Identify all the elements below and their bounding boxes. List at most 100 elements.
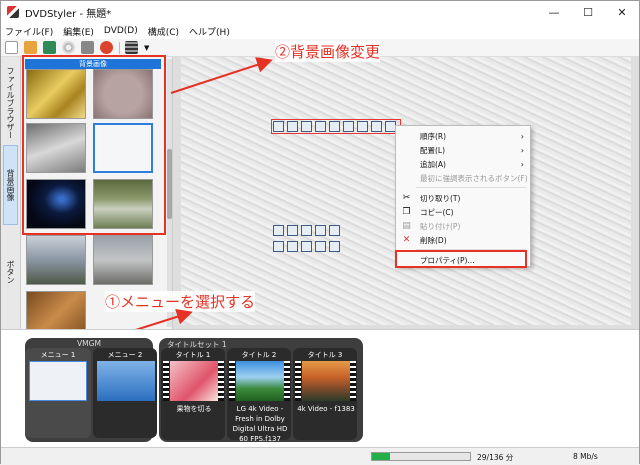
context-menu: 順序(R) › 配置(L) › 追加(A) › 最初に強調表示されるボタン(F) ✂ 切り取り(… — [395, 125, 531, 267]
toolbar-separator — [119, 41, 120, 54]
menu-button[interactable] — [315, 225, 326, 236]
tab-background-images[interactable]: 背景画像 — [3, 145, 18, 225]
menu-title-panel: VMGM メニュー 1 メニュー 2 タイトルセット 1 タイトル 1 果物を切… — [1, 329, 639, 447]
menu-button[interactable] — [329, 241, 340, 252]
delete-icon: ✕ — [402, 234, 411, 245]
title-1-thumbnail[interactable] — [170, 361, 218, 401]
context-menu-item-label: 削除(D) — [420, 235, 447, 245]
filmstrip-left — [163, 361, 169, 401]
side-tabs: ファイルブラウザー 背景画像 ボタン — [1, 57, 21, 329]
menu-config[interactable]: 構成(C) — [148, 25, 179, 38]
menu-1-label: メニュー 1 — [40, 351, 76, 359]
help-icon[interactable] — [100, 41, 113, 54]
title-2-card[interactable]: タイトル 2 LG 4k Video - Fresh in Dolby Digi… — [227, 348, 291, 443]
title-3-caption: 4k Video - f1383 — [297, 405, 355, 413]
dvdstyler-window: DVDStyler - 無題* — ☐ ✕ ファイル(F) 編集(E) DVD(… — [0, 0, 640, 464]
context-menu-item-label: コピー(C) — [420, 207, 454, 217]
new-file-icon[interactable] — [5, 41, 18, 54]
menu-button[interactable] — [315, 241, 326, 252]
title-1-card[interactable]: タイトル 1 果物を切る — [161, 348, 225, 440]
menu-button[interactable] — [315, 121, 326, 132]
context-menu-item[interactable]: ✕ 削除(D) — [396, 234, 530, 246]
button-row-2[interactable] — [273, 225, 343, 236]
chevron-down-icon[interactable]: ▼ — [144, 44, 149, 52]
selected-button-row[interactable] — [271, 119, 401, 134]
annotation-step-1: ①メニューを選択する — [105, 291, 256, 312]
menu-button[interactable] — [273, 241, 284, 252]
paste-icon: ▤ — [402, 220, 411, 231]
menu-button[interactable] — [371, 121, 382, 132]
menu-button[interactable] — [357, 121, 368, 132]
annotation-box-thumbnails — [22, 55, 166, 235]
context-menu-item-label: 最初に強調表示されるボタン(F) — [420, 173, 528, 183]
title-3-card[interactable]: タイトル 3 4k Video - f1383 — [293, 348, 357, 440]
context-menu-item-label: 追加(A) — [420, 159, 446, 169]
save-icon[interactable] — [43, 41, 56, 54]
window-controls: — ☐ ✕ — [537, 1, 639, 23]
title-2-thumbnail[interactable] — [236, 361, 284, 401]
menu-button[interactable] — [287, 225, 298, 236]
context-menu-item[interactable]: 順序(R) › — [396, 130, 530, 142]
context-menu-item[interactable]: 配置(L) › — [396, 144, 530, 156]
menu-button[interactable] — [343, 121, 354, 132]
menu-2-thumbnail[interactable] — [97, 361, 155, 401]
tab-buttons[interactable]: ボタン — [3, 247, 18, 297]
progress-fill — [372, 453, 390, 460]
dvdstyler-app-icon — [7, 6, 19, 18]
context-menu-item: ▤ 貼り付け(P) — [396, 220, 530, 232]
title-bar: DVDStyler - 無題* — ☐ ✕ — [1, 1, 639, 23]
menu-button[interactable] — [287, 241, 298, 252]
menu-bar: ファイル(F) 編集(E) DVD(D) 構成(C) ヘルプ(H) — [1, 23, 639, 39]
menu-button[interactable] — [329, 225, 340, 236]
burn-disc-icon[interactable] — [62, 41, 75, 54]
menu-button[interactable] — [301, 121, 312, 132]
disc-usage-progress — [371, 452, 471, 461]
menu-1-card[interactable]: メニュー 1 — [25, 348, 91, 438]
filmstrip-left — [295, 361, 301, 401]
menu-button[interactable] — [301, 241, 312, 252]
scroll-thumb[interactable] — [167, 149, 172, 219]
context-menu-item[interactable]: ❐ コピー(C) — [396, 206, 530, 218]
menu-file[interactable]: ファイル(F) — [5, 25, 53, 38]
context-menu-item[interactable]: 追加(A) › — [396, 158, 530, 170]
cut-icon: ✂ — [402, 192, 411, 203]
chevron-right-icon: › — [520, 159, 524, 169]
button-row-3[interactable] — [273, 241, 343, 252]
menu-button[interactable] — [273, 121, 284, 132]
menu-1-thumbnail[interactable] — [29, 361, 87, 401]
disc-usage-text: 29/136 分 — [477, 453, 514, 462]
context-menu-item-label: 配置(L) — [420, 145, 446, 155]
filmstrip-right — [284, 361, 290, 401]
open-folder-icon[interactable] — [24, 41, 37, 54]
menu-button[interactable] — [287, 121, 298, 132]
menu-help[interactable]: ヘルプ(H) — [189, 25, 230, 38]
context-menu-item[interactable]: ✂ 切り取り(T) — [396, 192, 530, 204]
title-2-label: タイトル 2 — [241, 351, 277, 359]
vmgm-label: VMGM — [77, 339, 101, 348]
tab-file-browser[interactable]: ファイルブラウザー — [3, 63, 18, 143]
panel-scrollbar[interactable] — [167, 59, 172, 327]
menu-button[interactable] — [301, 225, 312, 236]
title-3-thumbnail[interactable] — [302, 361, 350, 401]
menu-button[interactable] — [273, 225, 284, 236]
close-button[interactable]: ✕ — [605, 1, 639, 23]
menu-button[interactable] — [329, 121, 340, 132]
background-thumb-fog[interactable] — [93, 235, 153, 285]
title-3-label: タイトル 3 — [307, 351, 343, 359]
context-menu-separator — [416, 187, 526, 188]
context-menu-item: 最初に強調表示されるボタン(F) — [396, 172, 530, 184]
film-icon[interactable] — [125, 41, 138, 54]
menu-2-card[interactable]: メニュー 2 — [93, 348, 157, 438]
background-thumb-brown[interactable] — [26, 291, 86, 329]
title-1-caption: 果物を切る — [176, 405, 212, 413]
annotation-box-properties — [395, 250, 527, 268]
minimize-button[interactable]: — — [537, 1, 571, 23]
filmstrip-left — [229, 361, 235, 401]
background-thumb-mountain[interactable] — [26, 235, 86, 285]
menu-edit[interactable]: 編集(E) — [63, 25, 94, 38]
maximize-button[interactable]: ☐ — [571, 1, 605, 23]
chevron-right-icon: › — [520, 131, 524, 141]
window-title: DVDStyler - 無題* — [25, 8, 112, 20]
menu-dvd[interactable]: DVD(D) — [104, 26, 138, 36]
settings-icon[interactable] — [81, 41, 94, 54]
